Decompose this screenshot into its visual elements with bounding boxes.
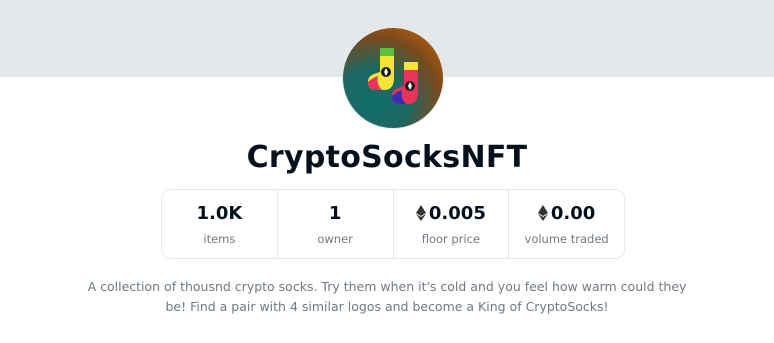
collection-description: A collection of thousnd crypto socks. Tr…	[87, 279, 687, 314]
stat-items[interactable]: 1.0K items	[162, 190, 278, 258]
stat-floor-price-label: floor price	[421, 231, 481, 246]
stat-items-value: 1.0K	[196, 203, 242, 224]
stat-floor-price-value: 0.005	[415, 202, 486, 224]
stat-floor-price-number: 0.005	[428, 202, 486, 224]
ethereum-icon	[537, 205, 548, 221]
ethereum-icon	[415, 205, 426, 221]
stat-owners-label: owner	[317, 231, 353, 246]
stat-owners-value: 1	[329, 203, 342, 224]
stat-volume-traded[interactable]: 0.00 volume traded	[509, 190, 624, 258]
collection-stats: 1.0K items 1 owner 0.005 floor price 0.0…	[161, 189, 625, 259]
stat-items-number: 1.0K	[196, 202, 243, 224]
stat-owners-number: 1	[328, 202, 342, 224]
stat-volume-traded-value: 0.00	[537, 202, 596, 224]
socks-icon	[368, 48, 418, 104]
stat-owners[interactable]: 1 owner	[278, 190, 394, 258]
stat-volume-traded-number: 0.00	[550, 202, 596, 224]
stat-volume-traded-label: volume traded	[524, 231, 609, 246]
stat-floor-price[interactable]: 0.005 floor price	[394, 190, 510, 258]
collection-avatar	[342, 27, 444, 129]
stat-items-label: items	[203, 231, 236, 246]
collection-title: CryptoSocksNFT	[246, 140, 528, 175]
